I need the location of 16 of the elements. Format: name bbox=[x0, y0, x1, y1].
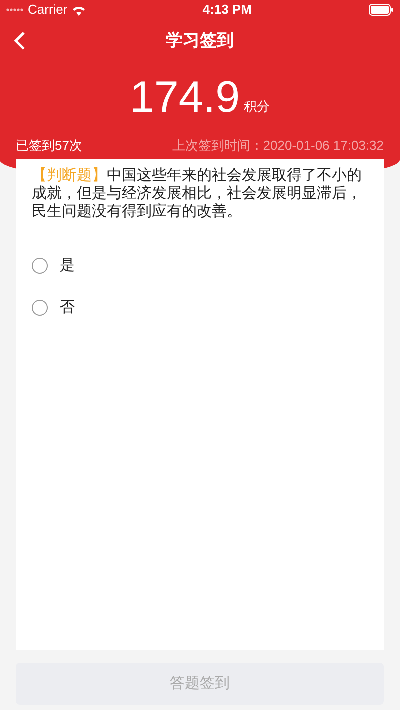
clock-text: 4:13 PM bbox=[202, 1, 252, 20]
page-title: 学习签到 bbox=[166, 30, 234, 52]
answer-option[interactable]: 否 bbox=[32, 287, 368, 329]
back-icon bbox=[14, 31, 26, 51]
answer-option[interactable]: 是 bbox=[32, 245, 368, 287]
last-sign-time-text: 上次签到时间：2020-01-06 17:03:32 bbox=[172, 137, 384, 156]
points-value: 174.9 bbox=[130, 74, 240, 122]
wifi-icon bbox=[72, 4, 86, 16]
signal-icon bbox=[6, 8, 24, 12]
battery-icon bbox=[369, 4, 394, 16]
sign-count-text: 已签到57次 bbox=[16, 137, 82, 156]
points-unit: 积分 bbox=[244, 98, 270, 116]
carrier-text: Carrier bbox=[28, 1, 68, 20]
radio-button[interactable] bbox=[32, 300, 48, 316]
question-text: 【判断题】中国这些年来的社会发展取得了不小的成就，但是与经济发展相比，社会发展明显滞后，民生问题没有得到应有的改善。 bbox=[32, 167, 363, 221]
radio-button[interactable] bbox=[32, 258, 48, 274]
